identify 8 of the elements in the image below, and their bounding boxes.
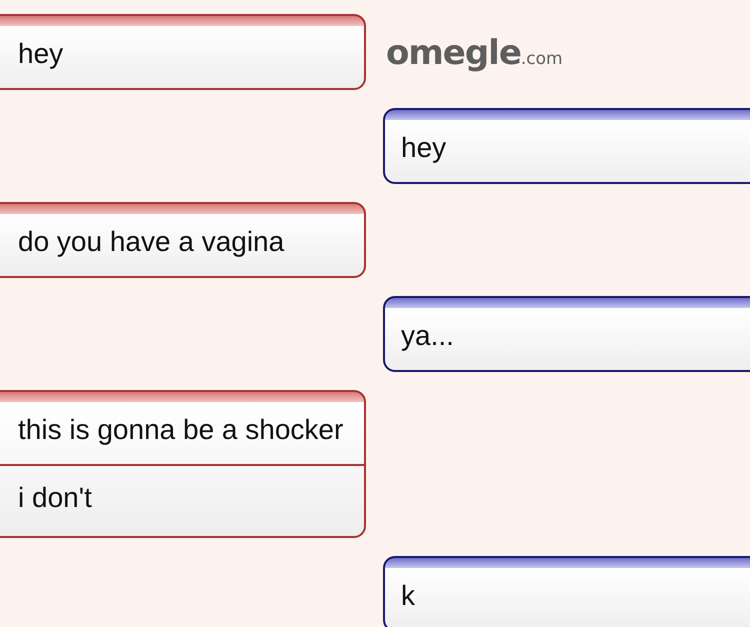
message-text: k [400,579,416,613]
message-text: hey [400,131,448,165]
message-text: hey [17,37,64,71]
message-text: i don't [0,464,364,536]
message-text: ya... [400,319,455,353]
message-text: this is gonna be a shocker [17,413,344,447]
logo: omegle.com [386,36,563,70]
message-text: do you have a vagina [17,225,286,259]
